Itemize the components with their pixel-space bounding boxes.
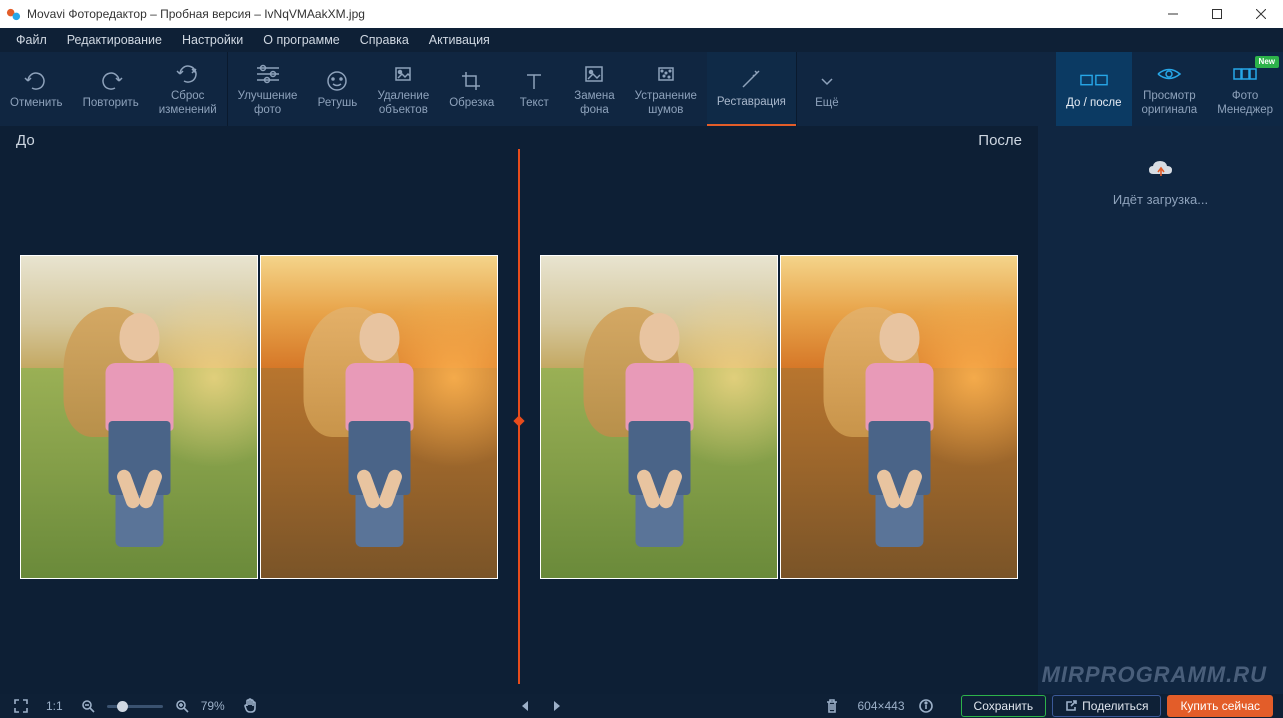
wand-icon — [737, 67, 765, 93]
buy-button[interactable]: Купить сейчас — [1167, 695, 1273, 717]
zoom-control: 79% — [77, 695, 225, 717]
fullscreen-button[interactable] — [10, 695, 32, 717]
bottombar: 1:1 79% 604×443 Сохранить Поделиться Куп… — [0, 694, 1283, 718]
zoom-slider[interactable] — [107, 705, 163, 708]
menu-file[interactable]: Файл — [6, 30, 57, 50]
photo-before-right — [260, 255, 498, 579]
toolbar: Отменить Повторить Сброс изменений Улучш… — [0, 52, 1283, 126]
menu-activation[interactable]: Активация — [419, 30, 500, 50]
eraser-icon — [389, 61, 417, 87]
before-panel[interactable] — [0, 149, 518, 684]
next-button[interactable] — [546, 695, 568, 717]
menu-edit[interactable]: Редактирование — [57, 30, 172, 50]
zoom-out-button[interactable] — [77, 695, 99, 717]
window-minimize-button[interactable] — [1151, 0, 1195, 28]
crop-icon — [458, 68, 486, 94]
more-button[interactable]: Ещё — [797, 52, 857, 126]
retouch-button[interactable]: Ретушь — [307, 52, 367, 126]
menu-about[interactable]: О программе — [253, 30, 349, 50]
zoom-value: 79% — [201, 699, 225, 713]
noise-icon — [652, 61, 680, 87]
view-original-button[interactable]: Просмотр оригинала — [1132, 52, 1208, 126]
loading-text: Идёт загрузка... — [1113, 192, 1208, 207]
compare-button[interactable]: До / после — [1056, 52, 1131, 126]
background-button[interactable]: Замена фона — [564, 52, 624, 126]
window-maximize-button[interactable] — [1195, 0, 1239, 28]
side-panel: Идёт загрузка... — [1038, 126, 1283, 694]
dimensions-label: 604×443 — [857, 699, 904, 713]
background-icon — [580, 61, 608, 87]
new-badge: New — [1255, 56, 1279, 68]
after-label: После — [978, 132, 1022, 149]
info-button[interactable] — [915, 695, 937, 717]
text-button[interactable]: Текст — [504, 52, 564, 126]
photo-after-right — [780, 255, 1018, 579]
crop-button[interactable]: Обрезка — [439, 52, 504, 126]
reset-button[interactable]: Сброс изменений — [149, 52, 227, 126]
enhance-button[interactable]: Улучшение фото — [228, 52, 308, 126]
pan-button[interactable] — [239, 695, 261, 717]
chevron-down-icon — [813, 68, 841, 94]
zoom-in-button[interactable] — [171, 695, 193, 717]
eye-icon — [1155, 61, 1183, 87]
compare-divider[interactable] — [518, 149, 520, 684]
restore-button[interactable]: Реставрация — [707, 52, 796, 126]
sliders-icon — [254, 61, 282, 87]
delete-button[interactable] — [821, 695, 843, 717]
undo-button[interactable]: Отменить — [0, 52, 73, 126]
photo-manager-button[interactable]: New Фото Менеджер — [1207, 52, 1283, 126]
prev-button[interactable] — [514, 695, 536, 717]
menu-settings[interactable]: Настройки — [172, 30, 253, 50]
redo-icon — [97, 68, 125, 94]
share-button[interactable]: Поделиться — [1052, 695, 1161, 717]
text-icon — [520, 68, 548, 94]
menu-help[interactable]: Справка — [350, 30, 419, 50]
reset-icon — [174, 61, 202, 87]
save-button[interactable]: Сохранить — [961, 695, 1047, 717]
main-area: До После Идёт загрузка... — [0, 126, 1283, 694]
app-logo-icon — [6, 7, 21, 22]
noise-button[interactable]: Устранение шумов — [625, 52, 707, 126]
window-close-button[interactable] — [1239, 0, 1283, 28]
menubar: Файл Редактирование Настройки О программ… — [0, 28, 1283, 52]
remove-objects-button[interactable]: Удаление объектов — [367, 52, 439, 126]
before-label: До — [16, 132, 35, 149]
after-panel[interactable] — [520, 149, 1038, 684]
face-icon — [323, 68, 351, 94]
undo-icon — [22, 68, 50, 94]
ratio-label[interactable]: 1:1 — [46, 699, 63, 713]
window-titlebar: Movavi Фоторедактор – Пробная версия – I… — [0, 0, 1283, 28]
loading-icon — [1145, 156, 1177, 182]
canvas-area: До После — [0, 126, 1038, 694]
window-title: Movavi Фоторедактор – Пробная версия – I… — [27, 7, 365, 21]
redo-button[interactable]: Повторить — [73, 52, 149, 126]
photo-after-left — [540, 255, 778, 579]
compare-icon — [1080, 68, 1108, 94]
photo-before-left — [20, 255, 258, 579]
